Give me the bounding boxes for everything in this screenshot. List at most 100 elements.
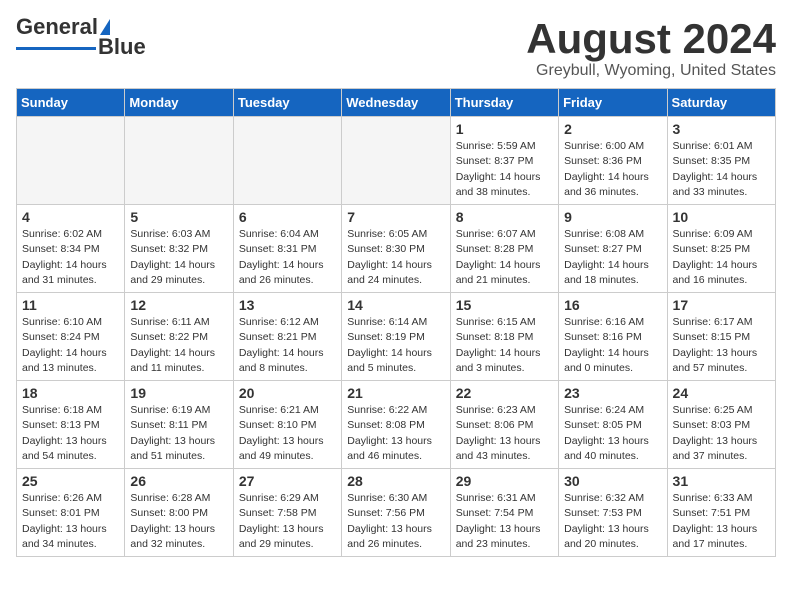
- day-info: Sunrise: 6:12 AM Sunset: 8:21 PM Dayligh…: [239, 315, 336, 376]
- weekday-friday: Friday: [559, 89, 667, 117]
- day-info: Sunrise: 6:24 AM Sunset: 8:05 PM Dayligh…: [564, 403, 661, 464]
- day-info: Sunrise: 6:00 AM Sunset: 8:36 PM Dayligh…: [564, 139, 661, 200]
- day-number: 1: [456, 121, 553, 137]
- calendar-cell: 16Sunrise: 6:16 AM Sunset: 8:16 PM Dayli…: [559, 293, 667, 381]
- day-number: 9: [564, 209, 661, 225]
- day-info: Sunrise: 6:08 AM Sunset: 8:27 PM Dayligh…: [564, 227, 661, 288]
- calendar-cell: 3 Sunrise: 6:01 AM Sunset: 8:35 PM Daylig…: [667, 117, 775, 205]
- week-row-4: 18Sunrise: 6:18 AM Sunset: 8:13 PM Dayli…: [17, 381, 776, 469]
- weekday-wednesday: Wednesday: [342, 89, 450, 117]
- day-number: 30: [564, 473, 661, 489]
- calendar-cell: 5 Sunrise: 6:03 AM Sunset: 8:32 PM Daylig…: [125, 205, 233, 293]
- calendar-cell: 6 Sunrise: 6:04 AM Sunset: 8:31 PM Daylig…: [233, 205, 341, 293]
- calendar-cell: 2 Sunrise: 6:00 AM Sunset: 8:36 PM Daylig…: [559, 117, 667, 205]
- day-number: 19: [130, 385, 227, 401]
- weekday-saturday: Saturday: [667, 89, 775, 117]
- logo-line: [16, 47, 96, 50]
- day-number: 2: [564, 121, 661, 137]
- title-area: August 2024 Greybull, Wyoming, United St…: [526, 16, 776, 80]
- logo-general: General: [16, 16, 98, 38]
- weekday-tuesday: Tuesday: [233, 89, 341, 117]
- day-info: Sunrise: 6:15 AM Sunset: 8:18 PM Dayligh…: [456, 315, 553, 376]
- calendar-cell: 1 Sunrise: 5:59 AM Sunset: 8:37 PM Daylig…: [450, 117, 558, 205]
- calendar-cell: 11Sunrise: 6:10 AM Sunset: 8:24 PM Dayli…: [17, 293, 125, 381]
- day-number: 28: [347, 473, 444, 489]
- calendar-cell: 9 Sunrise: 6:08 AM Sunset: 8:27 PM Daylig…: [559, 205, 667, 293]
- calendar-cell: 26Sunrise: 6:28 AM Sunset: 8:00 PM Dayli…: [125, 469, 233, 557]
- calendar-cell: 28 Sunrise: 6:30 AM Sunset: 7:56 PM Dayli…: [342, 469, 450, 557]
- day-info: Sunrise: 6:04 AM Sunset: 8:31 PM Dayligh…: [239, 227, 336, 288]
- calendar-cell: 18Sunrise: 6:18 AM Sunset: 8:13 PM Dayli…: [17, 381, 125, 469]
- location-title: Greybull, Wyoming, United States: [526, 62, 776, 80]
- day-number: 10: [673, 209, 770, 225]
- day-info: Sunrise: 6:09 AM Sunset: 8:25 PM Dayligh…: [673, 227, 770, 288]
- day-number: 25: [22, 473, 119, 489]
- weekday-sunday: Sunday: [17, 89, 125, 117]
- calendar-cell: 24 Sunrise: 6:25 AM Sunset: 8:03 PM Dayli…: [667, 381, 775, 469]
- week-row-3: 11Sunrise: 6:10 AM Sunset: 8:24 PM Dayli…: [17, 293, 776, 381]
- day-number: 12: [130, 297, 227, 313]
- week-row-2: 4 Sunrise: 6:02 AM Sunset: 8:34 PM Daylig…: [17, 205, 776, 293]
- day-number: 24: [673, 385, 770, 401]
- calendar-body: 1 Sunrise: 5:59 AM Sunset: 8:37 PM Daylig…: [17, 117, 776, 557]
- day-number: 5: [130, 209, 227, 225]
- day-info: Sunrise: 6:18 AM Sunset: 8:13 PM Dayligh…: [22, 403, 119, 464]
- calendar-cell: 12Sunrise: 6:11 AM Sunset: 8:22 PM Dayli…: [125, 293, 233, 381]
- day-number: 6: [239, 209, 336, 225]
- day-info: Sunrise: 6:30 AM Sunset: 7:56 PM Dayligh…: [347, 491, 444, 552]
- day-info: Sunrise: 6:31 AM Sunset: 7:54 PM Dayligh…: [456, 491, 553, 552]
- calendar-cell: [17, 117, 125, 205]
- calendar-cell: 4 Sunrise: 6:02 AM Sunset: 8:34 PM Daylig…: [17, 205, 125, 293]
- day-number: 26: [130, 473, 227, 489]
- calendar-cell: 19 Sunrise: 6:19 AM Sunset: 8:11 PM Dayli…: [125, 381, 233, 469]
- header: General Blue August 2024 Greybull, Wyomi…: [16, 16, 776, 80]
- calendar-cell: 15Sunrise: 6:15 AM Sunset: 8:18 PM Dayli…: [450, 293, 558, 381]
- day-number: 17: [673, 297, 770, 313]
- weekday-thursday: Thursday: [450, 89, 558, 117]
- day-number: 14: [347, 297, 444, 313]
- day-number: 3: [673, 121, 770, 137]
- calendar-cell: 14 Sunrise: 6:14 AM Sunset: 8:19 PM Dayli…: [342, 293, 450, 381]
- day-number: 21: [347, 385, 444, 401]
- day-number: 16: [564, 297, 661, 313]
- day-number: 4: [22, 209, 119, 225]
- calendar-cell: 17 Sunrise: 6:17 AM Sunset: 8:15 PM Dayli…: [667, 293, 775, 381]
- day-info: Sunrise: 6:10 AM Sunset: 8:24 PM Dayligh…: [22, 315, 119, 376]
- logo: General Blue: [16, 16, 146, 58]
- logo-blue: Blue: [98, 36, 146, 58]
- month-title: August 2024: [526, 16, 776, 62]
- week-row-5: 25 Sunrise: 6:26 AM Sunset: 8:01 PM Dayli…: [17, 469, 776, 557]
- calendar-cell: 10 Sunrise: 6:09 AM Sunset: 8:25 PM Dayli…: [667, 205, 775, 293]
- calendar-cell: 20Sunrise: 6:21 AM Sunset: 8:10 PM Dayli…: [233, 381, 341, 469]
- calendar-cell: 27 Sunrise: 6:29 AM Sunset: 7:58 PM Dayli…: [233, 469, 341, 557]
- day-info: Sunrise: 6:26 AM Sunset: 8:01 PM Dayligh…: [22, 491, 119, 552]
- calendar-cell: 25 Sunrise: 6:26 AM Sunset: 8:01 PM Dayli…: [17, 469, 125, 557]
- calendar-cell: 13 Sunrise: 6:12 AM Sunset: 8:21 PM Dayli…: [233, 293, 341, 381]
- day-info: Sunrise: 6:19 AM Sunset: 8:11 PM Dayligh…: [130, 403, 227, 464]
- day-info: Sunrise: 6:01 AM Sunset: 8:35 PM Dayligh…: [673, 139, 770, 200]
- day-info: Sunrise: 6:17 AM Sunset: 8:15 PM Dayligh…: [673, 315, 770, 376]
- calendar-cell: 21Sunrise: 6:22 AM Sunset: 8:08 PM Dayli…: [342, 381, 450, 469]
- calendar-cell: [233, 117, 341, 205]
- day-info: Sunrise: 6:32 AM Sunset: 7:53 PM Dayligh…: [564, 491, 661, 552]
- day-number: 23: [564, 385, 661, 401]
- day-info: Sunrise: 5:59 AM Sunset: 8:37 PM Dayligh…: [456, 139, 553, 200]
- weekday-monday: Monday: [125, 89, 233, 117]
- day-number: 27: [239, 473, 336, 489]
- day-number: 20: [239, 385, 336, 401]
- calendar-cell: 8Sunrise: 6:07 AM Sunset: 8:28 PM Daylig…: [450, 205, 558, 293]
- calendar-cell: 29Sunrise: 6:31 AM Sunset: 7:54 PM Dayli…: [450, 469, 558, 557]
- day-info: Sunrise: 6:25 AM Sunset: 8:03 PM Dayligh…: [673, 403, 770, 464]
- day-info: Sunrise: 6:14 AM Sunset: 8:19 PM Dayligh…: [347, 315, 444, 376]
- calendar-cell: 30 Sunrise: 6:32 AM Sunset: 7:53 PM Dayli…: [559, 469, 667, 557]
- week-row-1: 1 Sunrise: 5:59 AM Sunset: 8:37 PM Daylig…: [17, 117, 776, 205]
- day-info: Sunrise: 6:02 AM Sunset: 8:34 PM Dayligh…: [22, 227, 119, 288]
- calendar-cell: 31 Sunrise: 6:33 AM Sunset: 7:51 PM Dayli…: [667, 469, 775, 557]
- weekday-header-row: SundayMondayTuesdayWednesdayThursdayFrid…: [17, 89, 776, 117]
- calendar-cell: 23 Sunrise: 6:24 AM Sunset: 8:05 PM Dayli…: [559, 381, 667, 469]
- day-info: Sunrise: 6:33 AM Sunset: 7:51 PM Dayligh…: [673, 491, 770, 552]
- day-info: Sunrise: 6:29 AM Sunset: 7:58 PM Dayligh…: [239, 491, 336, 552]
- day-info: Sunrise: 6:03 AM Sunset: 8:32 PM Dayligh…: [130, 227, 227, 288]
- day-number: 13: [239, 297, 336, 313]
- day-number: 31: [673, 473, 770, 489]
